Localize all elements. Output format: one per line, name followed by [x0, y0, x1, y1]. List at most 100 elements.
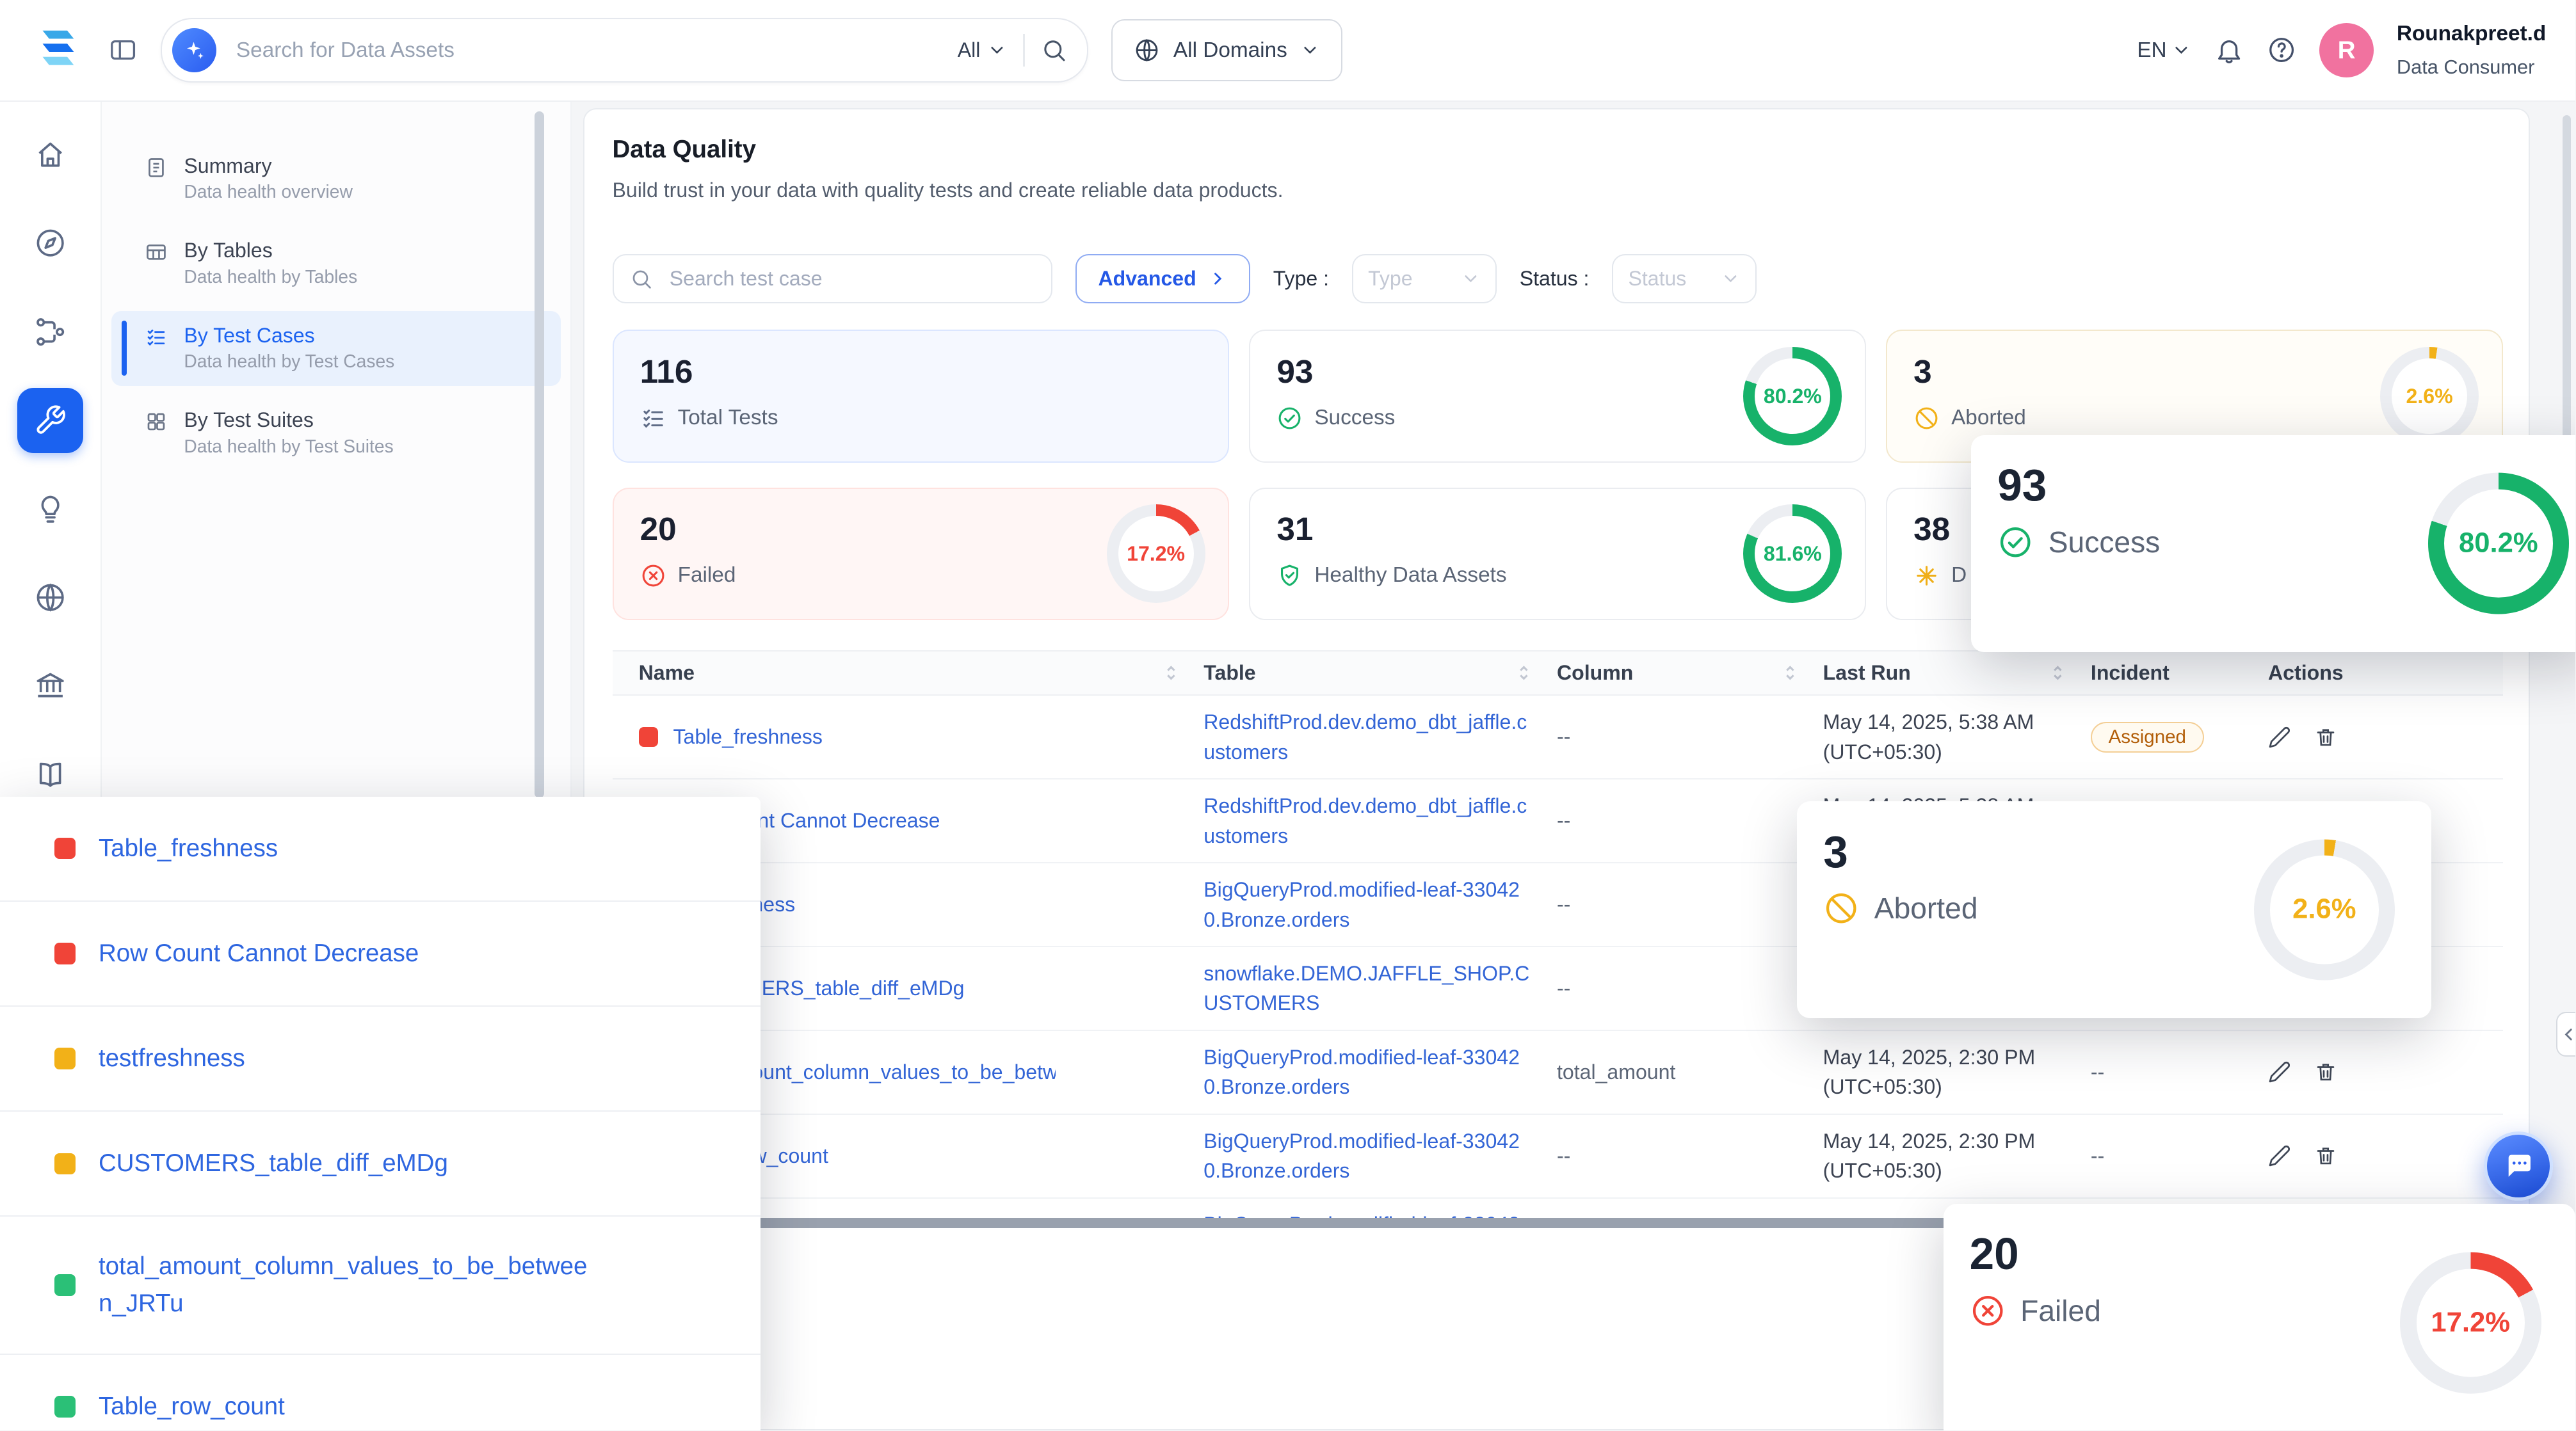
- notifications-bell-icon[interactable]: [2214, 35, 2244, 65]
- language-dropdown[interactable]: EN: [2137, 38, 2191, 63]
- type-filter-select[interactable]: Type: [1352, 254, 1497, 303]
- divider: [1023, 34, 1025, 67]
- list-item: CUSTOMERS_table_diff_eMDg: [0, 1112, 761, 1217]
- global-search[interactable]: All: [161, 18, 1088, 83]
- domains-dropdown[interactable]: All Domains: [1111, 19, 1342, 82]
- rail-item-lineage[interactable]: [17, 299, 83, 365]
- test-case-link[interactable]: testfreshness: [99, 1040, 245, 1077]
- subnav-description: Data health by Test Cases: [184, 349, 394, 374]
- edge-handle[interactable]: [2556, 1012, 2576, 1057]
- help-icon[interactable]: [2267, 35, 2296, 65]
- column-header-actions: Actions: [2268, 661, 2477, 685]
- subnav-item-summary[interactable]: Summary Data health overview: [111, 141, 560, 216]
- sidebar-toggle-icon[interactable]: [108, 35, 138, 65]
- page-title: Data Quality: [613, 136, 2255, 164]
- chevron-down-icon: [1300, 40, 1320, 60]
- rail-item-governance[interactable]: [17, 653, 83, 719]
- advanced-filter-button[interactable]: Advanced: [1075, 254, 1250, 303]
- edit-icon[interactable]: [2268, 1060, 2291, 1083]
- table-link[interactable]: BigQueryProd.modified-leaf-330420.Bronze…: [1203, 875, 1532, 934]
- starburst-icon: [1913, 563, 1940, 589]
- test-case-link[interactable]: Row Count Cannot Decrease: [99, 935, 419, 972]
- stat-label: Failed: [678, 563, 736, 588]
- sort-icon[interactable]: [1514, 663, 1534, 683]
- test-case-search[interactable]: [613, 254, 1053, 303]
- delete-icon[interactable]: [2314, 1060, 2337, 1083]
- test-case-link[interactable]: total_amount_column_values_to_be_between…: [99, 1248, 600, 1322]
- subnav-item-by-test-cases[interactable]: By Test Cases Data health by Test Cases: [111, 311, 560, 386]
- delete-icon[interactable]: [2314, 1144, 2337, 1167]
- list-item: total_amount_column_values_to_be_between…: [0, 1217, 761, 1355]
- test-case-search-input[interactable]: [666, 266, 1035, 292]
- subnav-description: Data health by Tables: [184, 264, 357, 290]
- rail-item-domains[interactable]: [17, 565, 83, 631]
- table-row: Table_freshness RedshiftProd.dev.demo_db…: [613, 696, 2503, 779]
- column-value: --: [1557, 977, 1570, 1000]
- subnav-scrollbar[interactable]: [535, 111, 544, 798]
- shield-check-icon: [1276, 563, 1303, 589]
- user-avatar[interactable]: R: [2319, 23, 2374, 77]
- sort-icon[interactable]: [1780, 663, 1800, 683]
- chevron-down-icon: [1461, 269, 1481, 289]
- subnav-label: Summary: [184, 153, 353, 180]
- globe-icon: [34, 581, 67, 614]
- slash-circle-icon: [1913, 405, 1940, 431]
- edit-icon[interactable]: [2268, 726, 2291, 749]
- filter-bar: Advanced Type : Type Status : Status: [613, 254, 1757, 303]
- incident-badge[interactable]: Assigned: [2091, 722, 2204, 753]
- status-square: [54, 1048, 76, 1069]
- status-filter-select[interactable]: Status: [1612, 254, 1757, 303]
- chat-widget-button[interactable]: [2484, 1131, 2553, 1201]
- sort-icon[interactable]: [1161, 663, 1181, 683]
- subnav-item-by-tables[interactable]: By Tables Data health by Tables: [111, 226, 560, 301]
- rail-item-home[interactable]: [17, 122, 83, 188]
- column-value: --: [1557, 893, 1570, 916]
- rail-item-explore[interactable]: [17, 210, 83, 276]
- edit-icon[interactable]: [2268, 1144, 2291, 1167]
- success-donut: 80.2%: [1743, 347, 1842, 445]
- user-info[interactable]: Rounakpreet.d Data Consumer: [2397, 20, 2546, 80]
- test-case-link[interactable]: CUSTOMERS_table_diff_eMDg: [99, 1145, 448, 1182]
- failed-stat-overlay: 20 Failed 17.2%: [1944, 1204, 2576, 1430]
- success-stat-overlay: 93 Success 80.2%: [1971, 435, 2575, 652]
- table-link[interactable]: RedshiftProd.dev.demo_dbt_jaffle.custome…: [1203, 707, 1532, 767]
- column-header-table[interactable]: Table: [1203, 661, 1557, 685]
- search-input[interactable]: [233, 36, 941, 64]
- type-filter-label: Type :: [1273, 267, 1329, 291]
- rail-item-incidents[interactable]: [17, 476, 83, 542]
- ai-sparkle-button[interactable]: [172, 28, 216, 72]
- column-header-name[interactable]: Name: [639, 661, 1204, 685]
- search-icon[interactable]: [1041, 37, 1067, 63]
- chevron-down-icon: [1721, 269, 1741, 289]
- table-link[interactable]: snowflake.DEMO.JAFFLE_SHOP.CUSTOMERS: [1203, 959, 1532, 1018]
- top-navbar: All All Domains EN R Rounakpreet.d: [0, 0, 2575, 102]
- stat-label: Total Tests: [678, 406, 778, 430]
- delete-icon[interactable]: [2314, 726, 2337, 749]
- column-header-incident[interactable]: Incident: [2091, 661, 2268, 685]
- search-icon: [630, 268, 653, 291]
- incident-value: --: [2091, 1144, 2104, 1167]
- grid-squares-icon: [145, 410, 168, 433]
- stat-label: Healthy Data Assets: [1314, 563, 1506, 588]
- subnav-label: By Test Suites: [184, 407, 393, 434]
- rail-item-data-quality[interactable]: [17, 388, 83, 454]
- table-link[interactable]: BigQueryProd.modified-leaf-330420.Bronze…: [1203, 1043, 1532, 1102]
- status-square: [54, 1396, 76, 1417]
- search-scope-dropdown[interactable]: All: [958, 38, 1007, 62]
- sort-icon[interactable]: [2048, 663, 2068, 683]
- test-list-overlay: Table_freshness Row Count Cannot Decreas…: [0, 797, 761, 1430]
- app-logo-icon[interactable]: [29, 26, 85, 75]
- list-item: Table_freshness: [0, 797, 761, 902]
- test-case-link[interactable]: Table_row_count: [99, 1388, 285, 1425]
- column-header-last-run[interactable]: Last Run: [1823, 661, 2091, 685]
- stat-card-total-tests: 116 Total Tests: [613, 330, 1230, 463]
- document-icon: [145, 156, 168, 179]
- subnav-item-by-test-suites[interactable]: By Test Suites Data health by Test Suite…: [111, 396, 560, 470]
- test-case-link[interactable]: Table_freshness: [673, 725, 823, 749]
- table-link[interactable]: RedshiftProd.dev.demo_dbt_jaffle.custome…: [1203, 791, 1532, 851]
- slash-circle-icon: [1823, 890, 1859, 926]
- column-header-column[interactable]: Column: [1557, 661, 1823, 685]
- test-case-link[interactable]: Table_freshness: [99, 830, 278, 867]
- table-link[interactable]: BigQueryProd.modified-leaf-330420.Bronze…: [1203, 1126, 1532, 1186]
- user-role: Data Consumer: [2397, 55, 2546, 79]
